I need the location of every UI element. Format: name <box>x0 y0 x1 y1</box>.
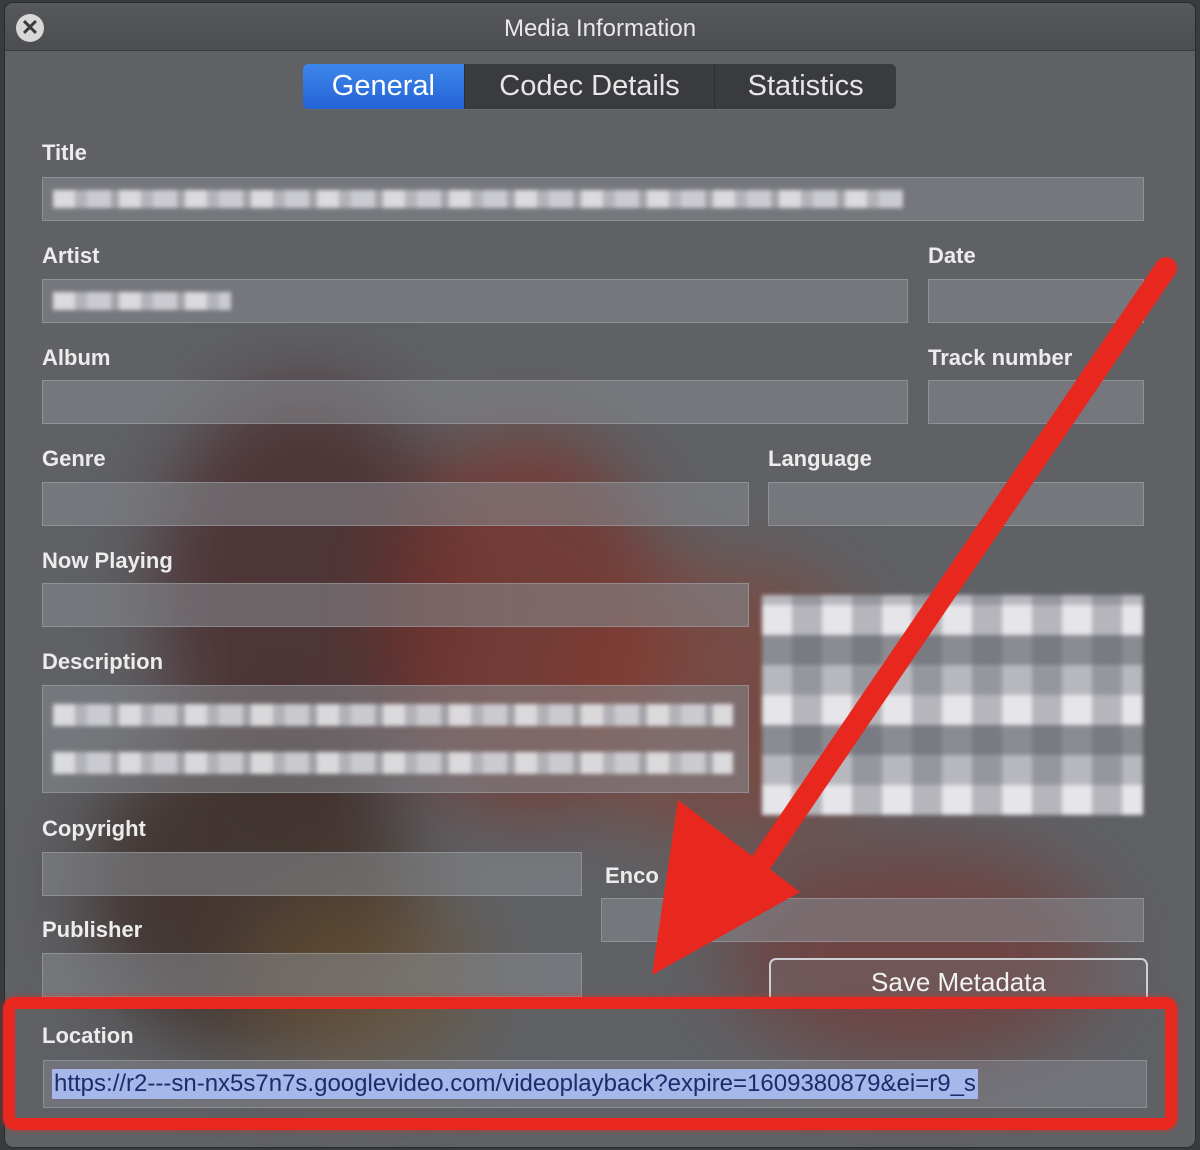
red-arrow-annotation <box>652 257 1177 975</box>
arrow-shaft <box>711 257 1177 931</box>
location-highlight-box <box>3 997 1177 1130</box>
